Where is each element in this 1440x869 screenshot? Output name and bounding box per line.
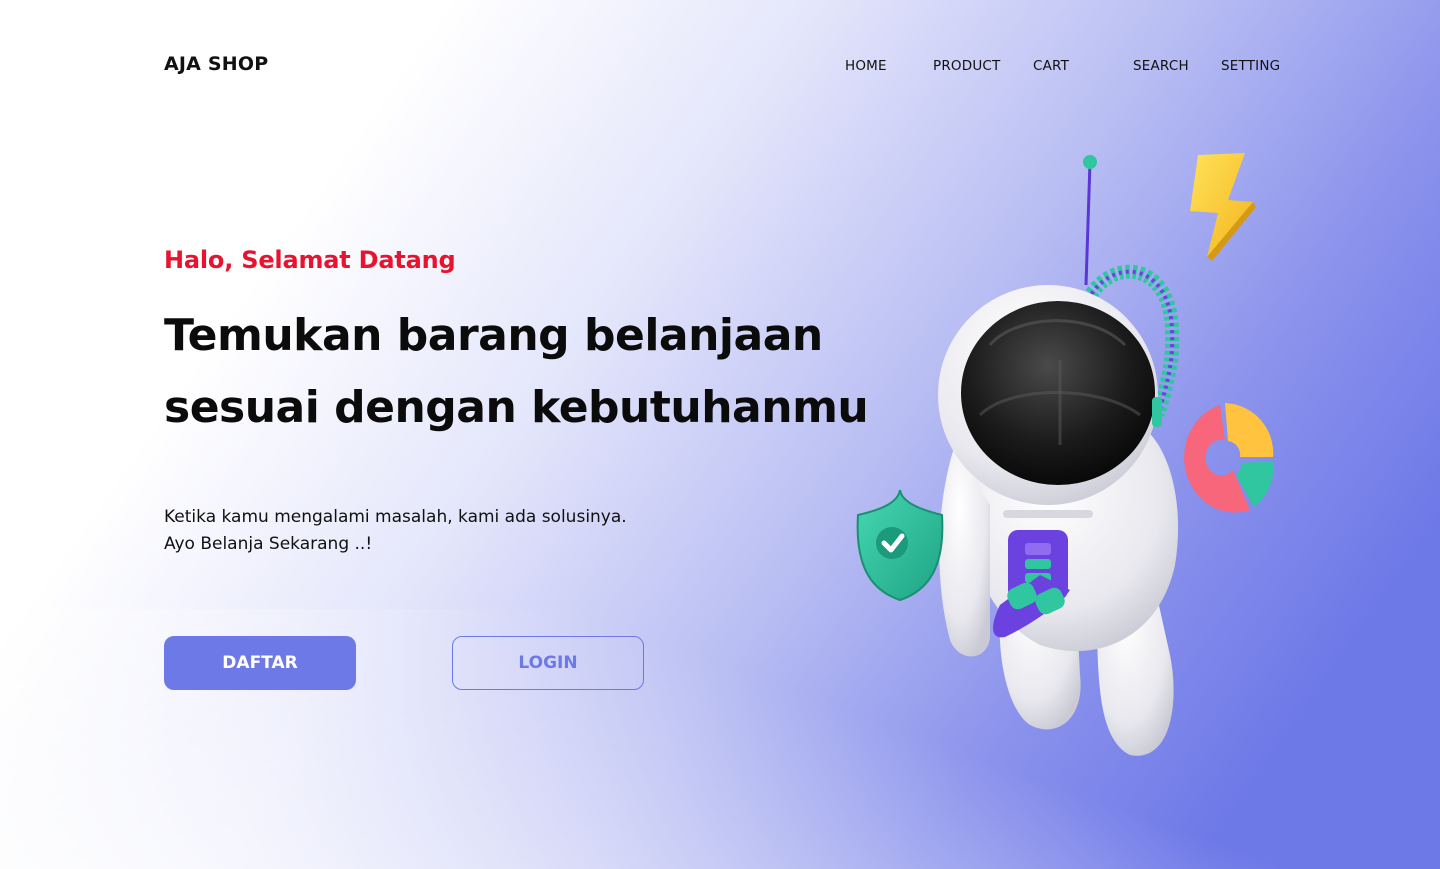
nav-item-product[interactable]: PRODUCT: [933, 58, 1001, 74]
login-button[interactable]: LOGIN: [452, 636, 644, 690]
hero-description-line-2: Ayo Belanja Sekarang ..!: [164, 534, 373, 554]
hero-description-line-1: Ketika kamu mengalami masalah, kami ada …: [164, 507, 627, 527]
hero-illustration: [840, 145, 1300, 769]
astronaut-illustration: [856, 153, 1274, 756]
nav-item-cart[interactable]: CART: [1033, 58, 1069, 74]
hero-description: Ketika kamu mengalami masalah, kami ada …: [164, 504, 627, 558]
pie-chart-icon: [1184, 403, 1274, 513]
daftar-button[interactable]: DAFTAR: [164, 636, 356, 690]
lightning-icon: [1190, 153, 1256, 261]
nav-item-home[interactable]: HOME: [845, 58, 887, 74]
nav-item-search[interactable]: SEARCH: [1133, 58, 1189, 74]
nav-item-setting[interactable]: SETTING: [1221, 58, 1280, 74]
welcome-greeting: Halo, Selamat Datang: [164, 246, 456, 274]
antenna: [1083, 155, 1097, 286]
brand-logo[interactable]: AJA SHOP: [164, 53, 268, 75]
shield-check-icon: [856, 489, 944, 602]
